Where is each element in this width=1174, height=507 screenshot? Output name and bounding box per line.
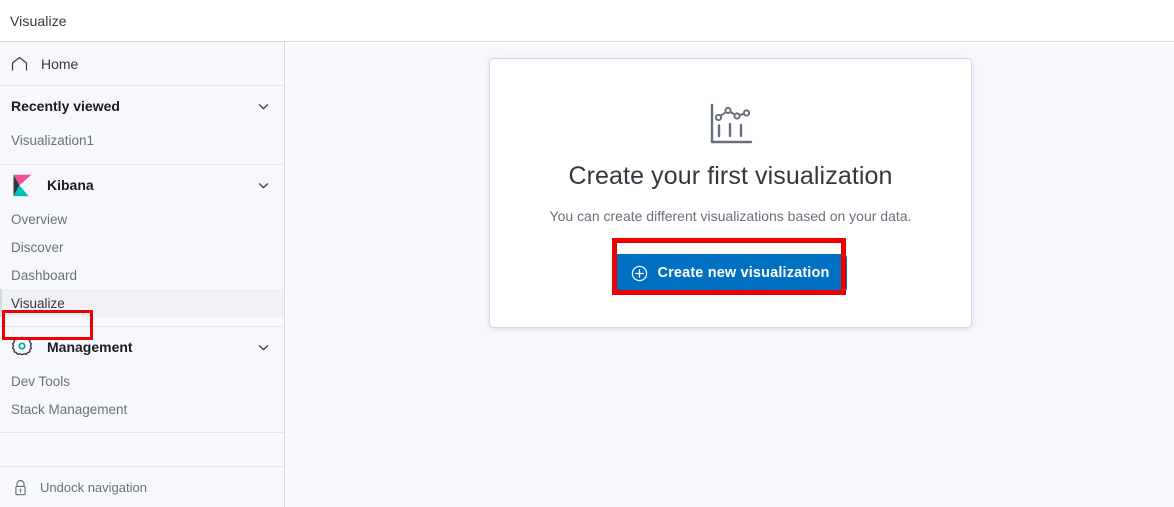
top-header-bar: Visualize — [0, 0, 1174, 42]
undock-navigation-label: Undock navigation — [40, 479, 147, 495]
recently-viewed-header[interactable]: Recently viewed — [0, 86, 284, 126]
recently-viewed-item-label: Visualization1 — [11, 132, 95, 148]
empty-state-title: Create your first visualization — [568, 162, 893, 190]
chevron-down-icon[interactable] — [256, 99, 270, 113]
sidebar-item-label: Overview — [11, 211, 68, 227]
visualization-chart-icon — [707, 103, 754, 148]
sidebar-item-label: Discover — [11, 239, 64, 255]
sidebar-item-overview[interactable]: Overview — [0, 205, 284, 233]
page-title: Visualize — [10, 12, 67, 29]
sidebar-item-discover[interactable]: Discover — [0, 233, 284, 261]
kibana-logo-icon — [11, 174, 33, 196]
nav-section-recently-viewed: Recently viewed Visualization1 — [0, 86, 284, 165]
sidebar-item-dev-tools[interactable]: Dev Tools — [0, 367, 284, 395]
nav-section-kibana: Kibana Overview Discover Dashboard Visua… — [0, 165, 284, 327]
empty-state-subtitle: You can create different visualizations … — [549, 208, 912, 224]
left-navigation-sidebar: Home Recently viewed Visualization1 Kiba… — [0, 42, 285, 507]
plus-in-circle-icon — [631, 265, 648, 282]
sidebar-item-label: Visualize — [11, 295, 65, 311]
create-new-visualization-label: Create new visualization — [657, 265, 830, 281]
home-icon — [11, 56, 28, 72]
create-new-visualization-button[interactable]: Create new visualization — [614, 254, 847, 292]
kibana-group-items: Overview Discover Dashboard Visualize — [0, 205, 284, 326]
management-group-title: Management — [47, 339, 133, 355]
sidebar-item-stack-management[interactable]: Stack Management — [0, 395, 284, 423]
management-group-header[interactable]: Management — [0, 327, 284, 367]
nav-section-management: Management Dev Tools Stack Management — [0, 327, 284, 433]
empty-state-card: Create your first visualization You can … — [489, 58, 972, 328]
list-item[interactable]: Visualization1 — [0, 126, 284, 154]
kibana-visualize-page: Visualize Home Recently viewed Visualiza… — [0, 0, 1174, 507]
sidebar-item-home[interactable]: Home — [0, 42, 284, 85]
chevron-down-icon[interactable] — [256, 340, 270, 354]
sidebar-item-home-label: Home — [41, 55, 79, 72]
kibana-group-title: Kibana — [47, 177, 94, 193]
sidebar-item-visualize[interactable]: Visualize — [0, 289, 284, 317]
management-group-items: Dev Tools Stack Management — [0, 367, 284, 432]
kibana-group-header[interactable]: Kibana — [0, 165, 284, 205]
sidebar-item-label: Dev Tools — [11, 373, 71, 389]
sidebar-item-label: Stack Management — [11, 401, 128, 417]
chevron-down-icon[interactable] — [256, 178, 270, 192]
nav-section-home: Home — [0, 42, 284, 86]
gear-icon — [11, 336, 33, 358]
recently-viewed-list: Visualization1 — [0, 126, 284, 164]
recently-viewed-title: Recently viewed — [11, 98, 120, 114]
sidebar-item-dashboard[interactable]: Dashboard — [0, 261, 284, 289]
lock-icon — [13, 479, 28, 496]
sidebar-item-label: Dashboard — [11, 267, 78, 283]
main-content-area: Create your first visualization You can … — [286, 43, 1174, 507]
undock-navigation-button[interactable]: Undock navigation — [0, 466, 284, 507]
